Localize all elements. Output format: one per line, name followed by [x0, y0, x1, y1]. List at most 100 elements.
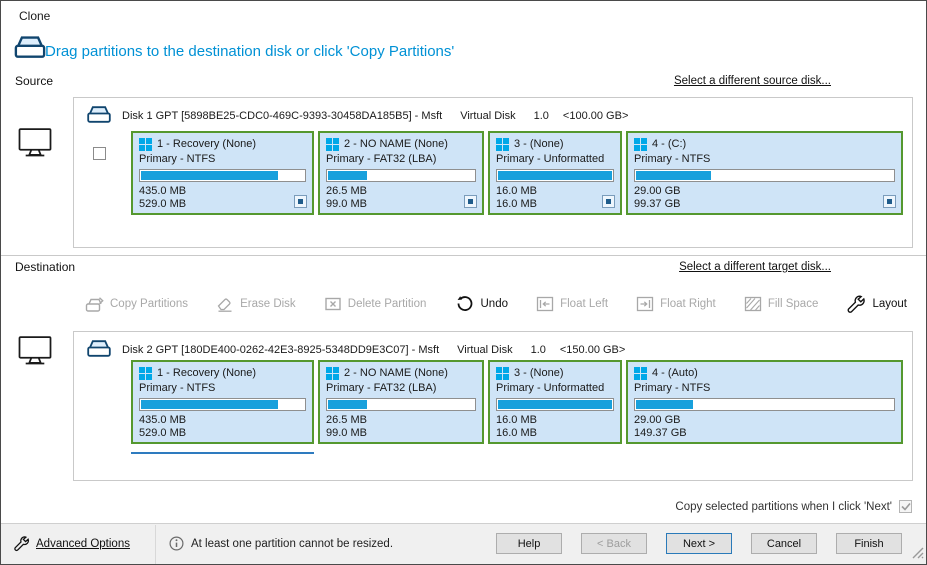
partition-size: 99.0 MB: [326, 198, 476, 211]
partition-name: 2 - NO NAME (None): [344, 138, 448, 150]
change-source-disk-link[interactable]: Select a different source disk...: [674, 75, 831, 87]
partition-usage-bar: [634, 398, 895, 411]
partition-usage-bar: [139, 169, 306, 182]
partition-used: 26.5 MB: [326, 414, 476, 427]
next-button[interactable]: Next >: [666, 533, 732, 554]
windows-logo-icon: [634, 367, 647, 380]
partition-usage-bar: [326, 169, 476, 182]
partition-size: 16.0 MB: [496, 198, 614, 211]
disk-icon: [13, 33, 47, 63]
partition[interactable]: 1 - Recovery (None) Primary - NTFS 435.0…: [131, 360, 314, 444]
partition-type: Primary - Unformatted: [496, 153, 614, 165]
copy-selected-checkbox: [899, 500, 912, 513]
layout-icon: [846, 294, 866, 314]
partition-name: 2 - NO NAME (None): [344, 367, 448, 379]
help-button[interactable]: Help: [496, 533, 562, 554]
partition[interactable]: 3 - (None) Primary - Unformatted 16.0 MB…: [488, 360, 622, 444]
partition-properties-icon[interactable]: [602, 195, 615, 208]
partition-size: 529.0 MB: [139, 427, 306, 440]
destination-disk-header: Disk 2 GPT [180DE400-0262-42E3-8925-5348…: [86, 338, 625, 361]
fill-space-button: Fill Space: [744, 295, 819, 313]
partition[interactable]: 2 - NO NAME (None) Primary - FAT32 (LBA)…: [318, 360, 484, 444]
layout-button[interactable]: Layout: [846, 294, 907, 314]
resize-grip-icon[interactable]: [911, 546, 924, 562]
partition-type: Primary - FAT32 (LBA): [326, 153, 476, 165]
erase-disk-button: Erase Disk: [216, 295, 296, 313]
partition-usage-fill: [498, 400, 612, 409]
undo-button[interactable]: Undo: [455, 294, 509, 314]
cancel-button[interactable]: Cancel: [751, 533, 817, 554]
source-disk-checkbox[interactable]: [93, 147, 106, 160]
disk-version: 1.0: [531, 344, 546, 356]
disk-kind: Virtual Disk: [457, 344, 512, 356]
partition-used: 435.0 MB: [139, 185, 306, 198]
partition-name: 1 - Recovery (None): [157, 367, 256, 379]
clone-dialog: Clone Drag partitions to the destination…: [0, 0, 927, 565]
partition-size: 99.37 GB: [634, 198, 895, 211]
partition-type: Primary - NTFS: [139, 382, 306, 394]
windows-logo-icon: [496, 367, 509, 380]
windows-logo-icon: [139, 367, 152, 380]
partition-usage-fill: [141, 171, 278, 180]
status-message-row: At least one partition cannot be resized…: [169, 536, 393, 551]
destination-partitions: 1 - Recovery (None) Primary - NTFS 435.0…: [131, 360, 903, 444]
partition-name: 4 - (C:): [652, 138, 686, 150]
windows-logo-icon: [326, 138, 339, 151]
partition[interactable]: 3 - (None) Primary - Unformatted 16.0 MB…: [488, 131, 622, 215]
partition-name: 3 - (None): [514, 367, 564, 379]
partition[interactable]: 4 - (Auto) Primary - NTFS 29.00 GB149.37…: [626, 360, 903, 444]
partition-usage-bar: [496, 398, 614, 411]
change-target-disk-link[interactable]: Select a different target disk...: [679, 261, 831, 273]
partition[interactable]: 1 - Recovery (None) Primary - NTFS 435.0…: [131, 131, 314, 215]
erase-disk-icon: [216, 295, 234, 313]
disk-version: 1.0: [534, 110, 549, 122]
float-left-button: Float Left: [536, 295, 608, 313]
advanced-options-link[interactable]: Advanced Options: [13, 535, 130, 552]
partition-type: Primary - Unformatted: [496, 382, 614, 394]
status-message: At least one partition cannot be resized…: [191, 538, 393, 550]
windows-logo-icon: [634, 138, 647, 151]
partition-type: Primary - NTFS: [139, 153, 306, 165]
partition-used: 29.00 GB: [634, 414, 895, 427]
windows-logo-icon: [496, 138, 509, 151]
partition-name: 4 - (Auto): [652, 367, 698, 379]
monitor-icon: [17, 127, 53, 161]
back-button: < Back: [581, 533, 647, 554]
copy-partitions-icon: [85, 295, 104, 313]
partition-used: 29.00 GB: [634, 185, 895, 198]
dialog-buttons: Help < Back Next > Cancel Finish: [496, 533, 902, 554]
source-label: Source: [15, 74, 53, 88]
windows-logo-icon: [139, 138, 152, 151]
partition-properties-icon[interactable]: [294, 195, 307, 208]
monitor-icon: [17, 335, 53, 369]
delete-partition-button: Delete Partition: [324, 295, 427, 313]
partition[interactable]: 4 - (C:) Primary - NTFS 29.00 GB99.37 GB: [626, 131, 903, 215]
partition-name: 1 - Recovery (None): [157, 138, 256, 150]
disk-icon: [86, 104, 112, 127]
partition-properties-icon[interactable]: [883, 195, 896, 208]
float-right-button: Float Right: [636, 295, 716, 313]
partition-type: Primary - NTFS: [634, 153, 895, 165]
partition-size: 16.0 MB: [496, 427, 614, 440]
finish-button[interactable]: Finish: [836, 533, 902, 554]
source-disk-header: Disk 1 GPT [5898BE25-CDC0-469C-9393-3045…: [86, 104, 628, 127]
partition-name: 3 - (None): [514, 138, 564, 150]
partition[interactable]: 2 - NO NAME (None) Primary - FAT32 (LBA)…: [318, 131, 484, 215]
partition-usage-fill: [636, 400, 693, 409]
advanced-options-icon: [13, 535, 30, 552]
partition-properties-icon[interactable]: [464, 195, 477, 208]
source-disk-panel: Disk 1 GPT [5898BE25-CDC0-469C-9393-3045…: [73, 97, 913, 248]
disk-icon: [86, 338, 112, 361]
disk-kind: Virtual Disk: [460, 110, 515, 122]
copy-selected-label: Copy selected partitions when I click 'N…: [675, 501, 892, 513]
destination-disk-panel: Disk 2 GPT [180DE400-0262-42E3-8925-5348…: [73, 331, 913, 481]
partition-size: 529.0 MB: [139, 198, 306, 211]
partition-usage-fill: [498, 171, 612, 180]
float-left-icon: [536, 295, 554, 313]
copy-selected-row: Copy selected partitions when I click 'N…: [675, 500, 912, 513]
delete-partition-icon: [324, 295, 342, 313]
info-icon: [169, 536, 184, 551]
footer-divider: [155, 525, 156, 565]
dialog-title: Clone: [19, 9, 50, 23]
disk-title: Disk 1 GPT [5898BE25-CDC0-469C-9393-3045…: [122, 110, 442, 122]
